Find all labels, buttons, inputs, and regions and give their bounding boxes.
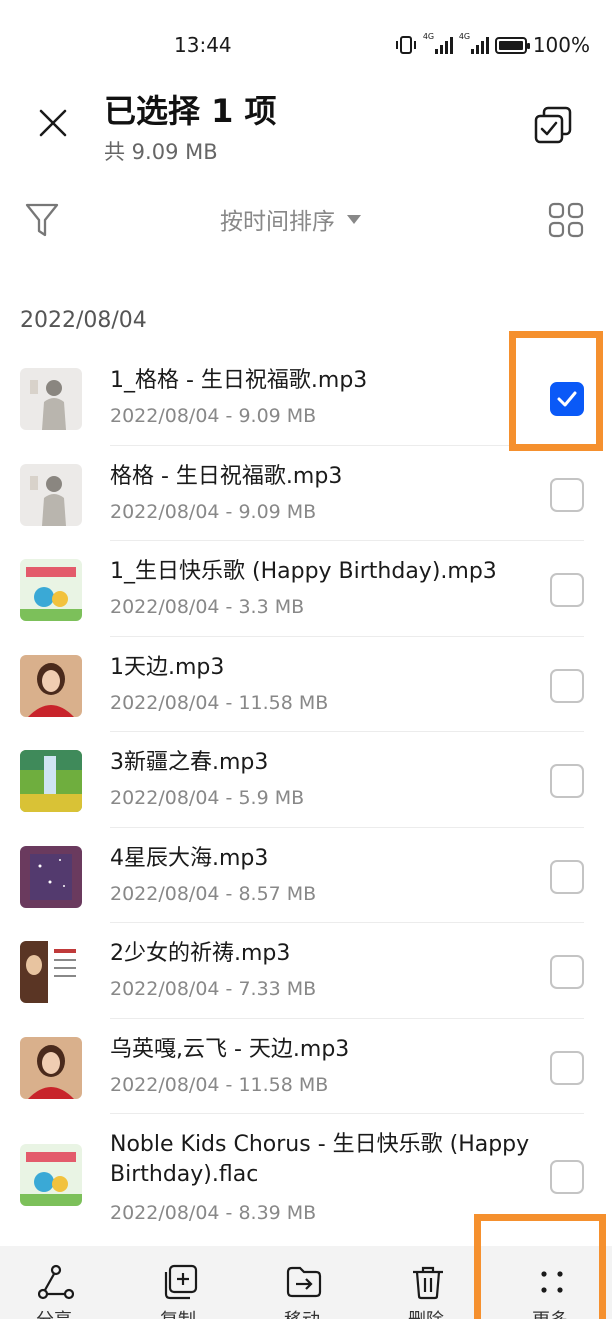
file-name: 3新疆之春.mp3 bbox=[110, 750, 269, 775]
file-meta: 2022/08/04 - 9.09 MB bbox=[110, 500, 317, 523]
close-icon bbox=[39, 109, 67, 137]
file-row[interactable]: 格格 - 生日祝福歌.mp3 2022/08/04 - 9.09 MB bbox=[0, 446, 612, 541]
battery-percent: 100% bbox=[532, 33, 590, 57]
file-meta: 2022/08/04 - 8.39 MB bbox=[110, 1202, 317, 1224]
close-button[interactable] bbox=[30, 100, 76, 146]
file-list: 1_格格 - 生日祝福歌.mp3 2022/08/04 - 9.09 MB 格格… bbox=[0, 350, 612, 1239]
file-meta: 2022/08/04 - 3.3 MB bbox=[110, 596, 305, 618]
file-meta: 2022/08/04 - 11.58 MB bbox=[110, 691, 329, 714]
file-row[interactable]: 1天边.mp3 2022/08/04 - 11.58 MB bbox=[0, 637, 612, 732]
grid-view-icon bbox=[548, 202, 584, 238]
file-row[interactable]: 3新疆之春.mp3 2022/08/04 - 5.9 MB bbox=[0, 732, 612, 828]
filter-icon bbox=[25, 203, 59, 237]
file-name: 1_生日快乐歌 (Happy Birthday).mp3 bbox=[110, 559, 497, 584]
selection-header: 已选择 1 项 共 9.09 MB bbox=[0, 80, 612, 170]
album-thumbnail bbox=[20, 845, 82, 908]
signal-icon-2: 4G bbox=[459, 32, 489, 54]
file-meta: 2022/08/04 - 8.57 MB bbox=[110, 882, 317, 905]
file-name: 4星辰大海.mp3 bbox=[110, 845, 269, 871]
file-checkbox[interactable] bbox=[550, 573, 584, 607]
album-thumbnail bbox=[20, 559, 82, 621]
file-checkbox[interactable] bbox=[550, 1160, 584, 1194]
album-thumbnail bbox=[20, 368, 82, 430]
highlight-box-checkbox bbox=[509, 331, 603, 451]
sort-dropdown[interactable]: 按时间排序 bbox=[220, 202, 361, 236]
action-label: 移动 bbox=[252, 1306, 352, 1319]
sort-label: 按时间排序 bbox=[220, 209, 335, 235]
file-checkbox[interactable] bbox=[550, 955, 584, 989]
delete-icon bbox=[410, 1264, 446, 1300]
signal-icon: 4G bbox=[423, 32, 453, 54]
file-checkbox[interactable] bbox=[550, 859, 584, 894]
file-meta: 2022/08/04 - 7.33 MB bbox=[110, 978, 317, 1000]
action-label: 复制 bbox=[128, 1306, 228, 1319]
select-all-icon bbox=[534, 106, 572, 144]
file-checkbox[interactable] bbox=[550, 477, 584, 512]
vibrate-icon bbox=[395, 36, 416, 54]
filter-button[interactable] bbox=[22, 200, 62, 240]
move-icon bbox=[286, 1264, 322, 1300]
file-meta: 2022/08/04 - 11.58 MB bbox=[110, 1073, 329, 1096]
file-row[interactable]: 4星辰大海.mp3 2022/08/04 - 8.57 MB bbox=[0, 828, 612, 923]
delete-button[interactable]: 删除 bbox=[376, 1246, 476, 1319]
file-name: 2少女的祈祷.mp3 bbox=[110, 941, 291, 966]
copy-icon bbox=[162, 1264, 198, 1300]
album-thumbnail bbox=[20, 654, 82, 717]
file-row[interactable]: 乌英嘎,云飞 - 天边.mp3 2022/08/04 - 11.58 MB bbox=[0, 1019, 612, 1114]
file-checkbox[interactable] bbox=[550, 764, 584, 798]
album-thumbnail bbox=[20, 941, 82, 1003]
sort-toolbar: 按时间排序 bbox=[0, 190, 612, 250]
album-thumbnail bbox=[20, 1036, 82, 1099]
file-name: 格格 - 生日祝福歌.mp3 bbox=[110, 463, 343, 489]
file-checkbox[interactable] bbox=[550, 1050, 584, 1085]
action-label: 删除 bbox=[376, 1306, 476, 1319]
file-row[interactable]: 1_生日快乐歌 (Happy Birthday).mp3 2022/08/04 … bbox=[0, 541, 612, 637]
file-name: 1天边.mp3 bbox=[110, 654, 225, 680]
status-time: 13:44 bbox=[174, 33, 232, 57]
share-button[interactable]: 分享 bbox=[4, 1246, 104, 1319]
selection-size: 共 9.09 MB bbox=[104, 140, 218, 164]
grid-view-button[interactable] bbox=[546, 200, 586, 240]
file-name: Noble Kids Chorus - 生日快乐歌 (Happy Birthda… bbox=[110, 1132, 530, 1187]
page-title: 已选择 1 项 bbox=[104, 92, 277, 130]
file-meta: 2022/08/04 - 9.09 MB bbox=[110, 405, 317, 427]
file-name: 1_格格 - 生日祝福歌.mp3 bbox=[110, 368, 368, 393]
file-row[interactable]: 2少女的祈祷.mp3 2022/08/04 - 7.33 MB bbox=[0, 923, 612, 1019]
move-button[interactable]: 移动 bbox=[252, 1246, 352, 1319]
album-thumbnail bbox=[20, 463, 82, 526]
highlight-box-more bbox=[474, 1214, 606, 1319]
select-all-button[interactable] bbox=[530, 102, 576, 148]
status-bar: 13:44 4G 4G 100% bbox=[0, 0, 612, 90]
album-thumbnail bbox=[20, 1144, 82, 1206]
chevron-down-icon bbox=[347, 214, 361, 224]
action-label: 分享 bbox=[4, 1306, 104, 1319]
album-thumbnail bbox=[20, 750, 82, 812]
share-icon bbox=[38, 1264, 74, 1300]
date-group-header: 2022/08/04 bbox=[20, 308, 147, 333]
file-checkbox[interactable] bbox=[550, 668, 584, 703]
status-icons: 4G 4G 100% bbox=[395, 32, 590, 57]
file-meta: 2022/08/04 - 5.9 MB bbox=[110, 787, 305, 809]
file-name: 乌英嘎,云飞 - 天边.mp3 bbox=[110, 1036, 350, 1062]
copy-button[interactable]: 复制 bbox=[128, 1246, 228, 1319]
battery-icon bbox=[494, 36, 530, 54]
